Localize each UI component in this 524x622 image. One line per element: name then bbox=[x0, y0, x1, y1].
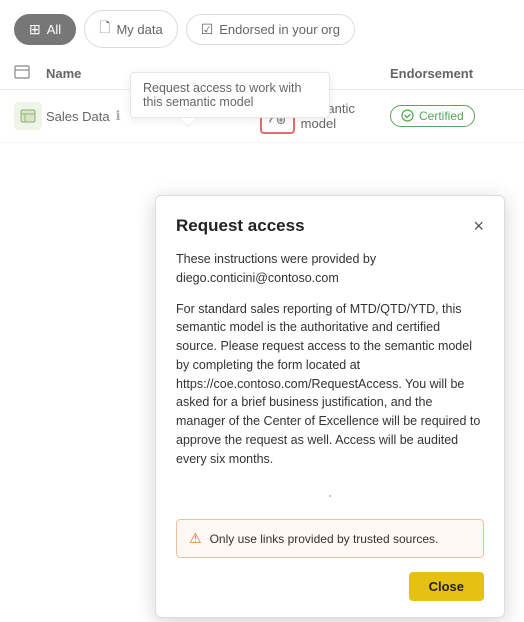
modal-footer: Close bbox=[176, 572, 484, 601]
modal-body: These instructions were provided by dieg… bbox=[176, 250, 484, 558]
modal-close-btn[interactable]: Close bbox=[409, 572, 484, 601]
warning-text: Only use links provided by trusted sourc… bbox=[210, 530, 439, 548]
modal-para2: For standard sales reporting of MTD/QTD/… bbox=[176, 300, 484, 469]
warning-icon: ⚠ bbox=[189, 528, 202, 549]
request-access-modal: Request access × These instructions were… bbox=[155, 195, 505, 618]
modal-warning: ⚠ Only use links provided by trusted sou… bbox=[176, 519, 484, 558]
modal-header: Request access × bbox=[176, 216, 484, 236]
modal-para1: These instructions were provided by dieg… bbox=[176, 250, 484, 288]
page-container: ⊞ All 🗋 My data ☑ Endorsed in your org R… bbox=[0, 0, 524, 622]
modal-title: Request access bbox=[176, 216, 305, 236]
modal-close-button[interactable]: × bbox=[473, 217, 484, 235]
scroll-hint: · bbox=[176, 480, 484, 511]
